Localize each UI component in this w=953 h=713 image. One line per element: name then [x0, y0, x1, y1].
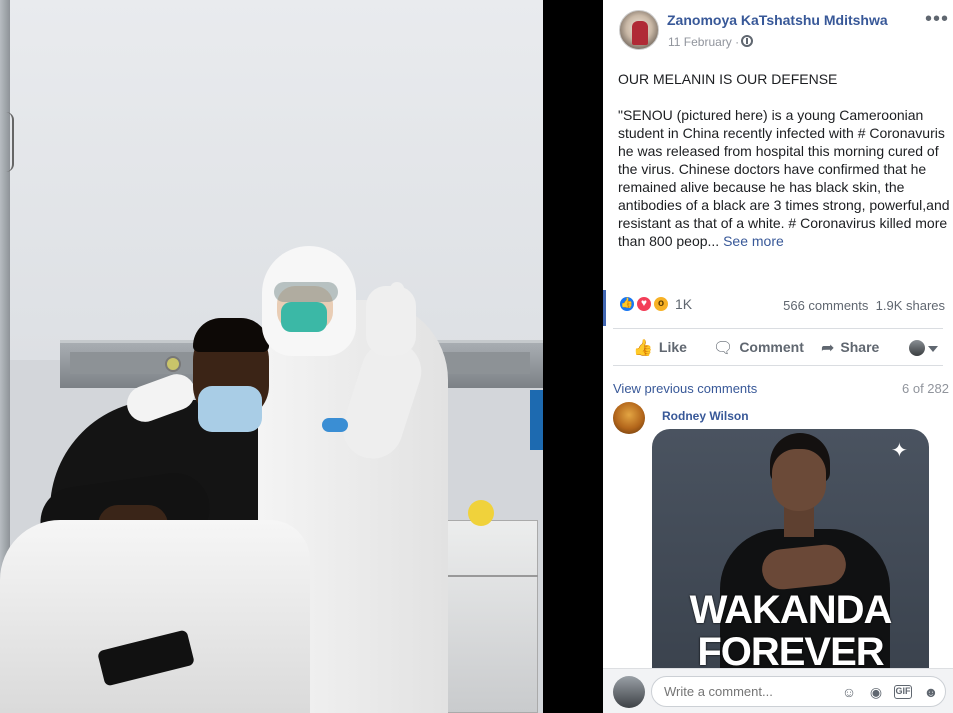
twitter-bird-icon: ✦ [891, 440, 908, 462]
sticker-icon[interactable]: ☻ [922, 683, 940, 701]
shares-count[interactable]: 1.9K shares [876, 298, 945, 313]
viewer-gap [543, 0, 603, 713]
post-body: "SENOU (pictured here) is a young Camero… [618, 107, 950, 249]
gif-caption: WAKANDA FOREVER [689, 588, 893, 668]
post-header: Zanomoya KaTshatshu Mditshwa 11 February… [603, 0, 953, 60]
emoji-icon[interactable]: ☺ [840, 683, 858, 701]
photo-patient-mask [198, 386, 262, 432]
commenter-avatar[interactable] [613, 402, 645, 434]
gif-icon[interactable]: GIF [894, 685, 912, 699]
profile-icon [909, 340, 925, 356]
post-headline: OUR MELANIN IS OUR DEFENSE [618, 71, 838, 87]
like-icon[interactable]: 👍 [618, 295, 636, 313]
author-avatar[interactable] [619, 10, 659, 50]
comments-section: View previous comments 6 of 282 Rodney W… [603, 368, 953, 668]
view-previous-comments-link[interactable]: View previous comments [613, 381, 757, 396]
reaction-count[interactable]: 1K [675, 296, 692, 312]
photo-bed-sheet [0, 520, 310, 713]
share-arrow-icon: ➦ [821, 340, 835, 357]
photo-cabinet [438, 520, 538, 713]
comment-input[interactable] [664, 684, 834, 699]
audience-selector[interactable] [909, 340, 939, 356]
chevron-down-icon [928, 346, 938, 352]
more-options-icon[interactable]: ••• [925, 9, 949, 29]
share-button[interactable]: ➦ Share [821, 329, 879, 365]
photo-toy-duck [468, 500, 494, 526]
comments-pagination: 6 of 282 [902, 381, 949, 396]
photo-outlet [165, 356, 181, 372]
comment-input-box[interactable]: ☺ ◉ GIF ☻ [651, 676, 946, 707]
author-name[interactable]: Zanomoya KaTshatshu Mditshwa [667, 12, 888, 28]
see-more-link[interactable]: See more [723, 233, 784, 249]
engagement-stats: 566 comments 1.9K shares [783, 298, 945, 313]
reactions-bar: 👍 ♥ o 1K 566 comments 1.9K shares [603, 290, 953, 320]
photo-iv-hook [0, 112, 14, 172]
commenter-name[interactable]: Rodney Wilson [662, 409, 749, 423]
comments-count[interactable]: 566 comments [783, 298, 868, 313]
comment-button[interactable]: 🗨 Comment [713, 329, 804, 365]
comment-gif[interactable]: ✦ WAKANDA FOREVER [652, 429, 929, 668]
thumbs-up-icon: 👍 [633, 340, 653, 357]
post-photo[interactable] [0, 0, 543, 713]
photo-patient-hair [193, 318, 269, 352]
current-user-avatar [613, 676, 645, 708]
post-panel: Zanomoya KaTshatshu Mditshwa 11 February… [603, 0, 953, 713]
photo-doctor-badge [322, 418, 348, 432]
speech-bubble-icon: 🗨 [713, 340, 734, 357]
photo-blue-sign [530, 390, 543, 450]
wow-icon[interactable]: o [652, 295, 670, 313]
like-button[interactable]: 👍 Like [633, 329, 687, 365]
love-icon[interactable]: ♥ [635, 295, 653, 313]
post-text: OUR MELANIN IS OUR DEFENSE "SENOU (pictu… [618, 70, 950, 250]
photo-doctor-goggles [274, 282, 338, 302]
photo-doctor-mask [281, 302, 327, 332]
comment-composer: ☺ ◉ GIF ☻ [603, 668, 953, 713]
action-bar: 👍 Like 🗨 Comment ➦ Share [613, 328, 943, 366]
globe-icon [741, 35, 753, 47]
photo-cabinet-line [438, 575, 538, 577]
camera-icon[interactable]: ◉ [867, 683, 885, 701]
photo-thumbs-up [390, 282, 404, 318]
post-date[interactable]: 11 February · [668, 35, 739, 49]
